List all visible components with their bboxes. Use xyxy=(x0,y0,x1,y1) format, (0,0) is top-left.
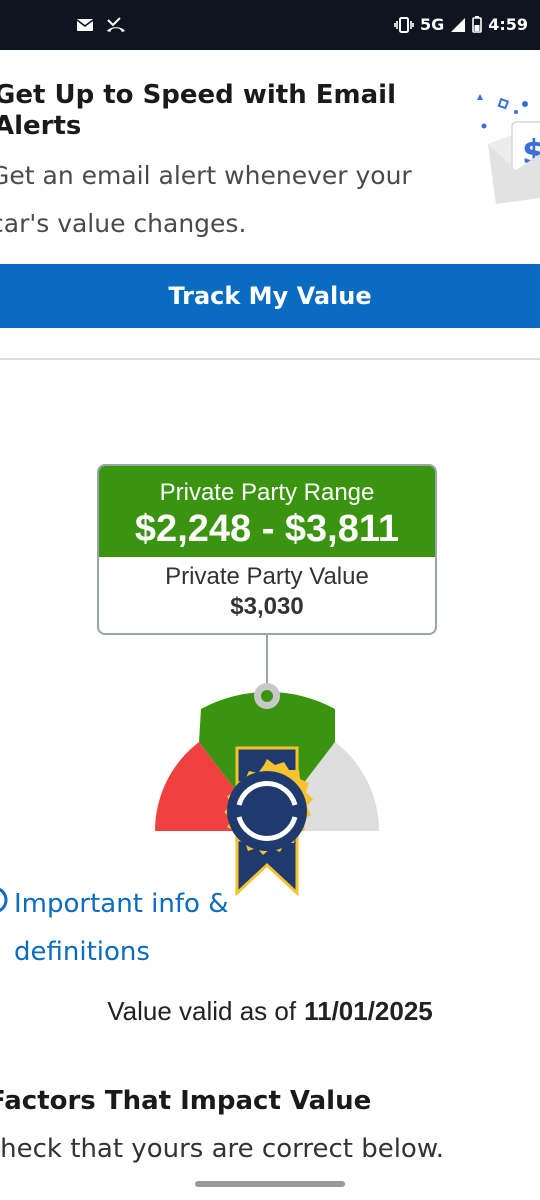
valid-label: Value valid as of xyxy=(107,996,297,1026)
signal-icon xyxy=(450,17,466,33)
promo-body: Get an email alert whenever your car's v… xyxy=(0,161,412,238)
clock: 4:59 xyxy=(488,15,528,34)
info-icon xyxy=(0,884,8,918)
factors-title: Factors That Impact Value xyxy=(0,1086,372,1116)
battery-icon xyxy=(472,16,483,33)
range-label: Private Party Range xyxy=(159,479,375,506)
section-divider xyxy=(0,358,540,360)
promo-title: Get Up to Speed with Email Alerts xyxy=(0,80,396,141)
value-valid-line: Value valid as of 11/01/2025 xyxy=(0,996,540,1027)
track-my-value-button[interactable]: Track My Value xyxy=(0,264,540,328)
range-value: $2,248 - $3,811 xyxy=(134,508,400,550)
private-party-range-band: Private Party Range $2,248 - $3,811 xyxy=(99,466,435,557)
value-gauge xyxy=(150,633,390,898)
home-indicator[interactable] xyxy=(195,1181,345,1187)
valuation-card: Private Party Range $2,248 - $3,811 Priv… xyxy=(97,464,437,635)
important-info-label: Important info & definitions xyxy=(14,889,229,967)
vibrate-icon xyxy=(394,16,414,33)
missed-call-icon xyxy=(106,17,126,33)
important-info-link[interactable]: Important info & definitions xyxy=(0,880,244,976)
mail-icon xyxy=(76,18,94,32)
email-dollar-illustration: $ xyxy=(470,90,540,210)
network-label: 5G xyxy=(419,15,445,34)
valid-date: 11/01/2025 xyxy=(304,996,433,1026)
status-bar: 5G 4:59 xyxy=(0,0,540,50)
private-party-value: $3,030 xyxy=(230,593,304,620)
private-party-value-label: Private Party Value xyxy=(165,563,369,590)
factors-subtitle: Check that yours are correct below. xyxy=(0,1134,444,1164)
